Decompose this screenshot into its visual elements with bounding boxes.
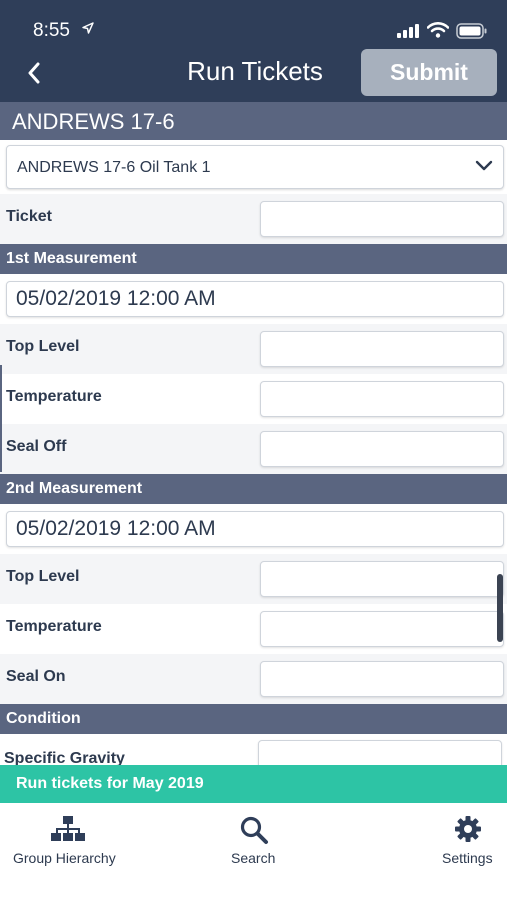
chevron-left-icon: [28, 62, 40, 84]
second-temperature-row: Temperature: [0, 604, 507, 654]
second-measurement-title: 2nd Measurement: [6, 480, 143, 497]
condition-header: Condition: [0, 704, 507, 734]
ticket-row: Ticket: [0, 194, 507, 244]
tab-search[interactable]: Search: [210, 803, 300, 873]
tank-select[interactable]: ANDREWS 17-6 Oil Tank 1: [6, 145, 504, 189]
second-temperature-label: Temperature: [6, 618, 102, 635]
tab-group-hierarchy[interactable]: Group Hierarchy: [0, 803, 135, 873]
search-icon: [240, 816, 268, 844]
second-measurement-header: 2nd Measurement: [0, 474, 507, 504]
first-measurement-datetime-field[interactable]: 05/02/2019 12:00 AM: [6, 281, 504, 317]
well-header: ANDREWS 17-6: [0, 102, 507, 140]
group-hierarchy-icon: [51, 816, 85, 841]
tab-bar: Group Hierarchy Search Settings: [0, 803, 507, 900]
first-top-level-input[interactable]: [260, 331, 504, 367]
first-top-level-row: Top Level: [0, 324, 507, 374]
seal-on-label: Seal On: [6, 668, 66, 685]
tab-search-label: Search: [231, 850, 276, 866]
page-title: Run Tickets: [187, 56, 323, 86]
first-measurement-header: 1st Measurement: [0, 244, 507, 274]
seal-off-label: Seal Off: [6, 438, 67, 455]
gear-icon: [455, 816, 481, 842]
battery-icon: [456, 23, 487, 39]
second-top-level-row: Top Level: [0, 554, 507, 604]
first-measurement-datetime: 05/02/2019 12:00 AM: [16, 287, 216, 310]
status-time: 8:55: [33, 20, 70, 41]
ticket-label: Ticket: [6, 208, 52, 225]
tank-select-value: ANDREWS 17-6 Oil Tank 1: [17, 159, 211, 176]
second-top-level-input[interactable]: [260, 561, 504, 597]
first-temperature-row: Temperature: [0, 374, 507, 424]
submit-button[interactable]: Submit: [361, 49, 497, 96]
first-temperature-label: Temperature: [6, 388, 102, 405]
seal-on-row: Seal On: [0, 654, 507, 704]
second-measurement-datetime: 05/02/2019 12:00 AM: [16, 517, 216, 540]
first-measurement-title: 1st Measurement: [6, 250, 137, 267]
well-name: ANDREWS 17-6: [12, 109, 175, 134]
second-top-level-label: Top Level: [6, 568, 80, 585]
first-top-level-label: Top Level: [6, 338, 80, 355]
specific-gravity-label: Specific Gravity: [4, 750, 125, 765]
cellular-signal-icon: [397, 24, 419, 38]
scrollbar[interactable]: [497, 574, 503, 642]
ticket-input[interactable]: [260, 201, 504, 237]
second-measurement-datetime-field[interactable]: 05/02/2019 12:00 AM: [6, 511, 504, 547]
seal-off-input[interactable]: [260, 431, 504, 467]
left-edge-indicator: [0, 365, 2, 472]
wifi-icon: [427, 22, 449, 38]
seal-on-input[interactable]: [260, 661, 504, 697]
app-header: 8:55 Run Tickets Submit: [0, 0, 507, 102]
tab-settings[interactable]: Settings: [430, 803, 507, 873]
tab-settings-label: Settings: [442, 850, 493, 866]
seal-off-row: Seal Off: [0, 424, 507, 474]
second-temperature-input[interactable]: [260, 611, 504, 647]
period-banner-text: Run tickets for May 2019: [16, 775, 204, 792]
period-banner[interactable]: Run tickets for May 2019: [0, 765, 507, 803]
back-button[interactable]: [18, 56, 50, 90]
location-arrow-icon: [82, 22, 94, 34]
chevron-down-icon: [475, 160, 493, 171]
tab-group-hierarchy-label: Group Hierarchy: [13, 850, 116, 866]
specific-gravity-row: Specific Gravity: [0, 734, 507, 765]
first-temperature-input[interactable]: [260, 381, 504, 417]
condition-title: Condition: [6, 710, 81, 727]
specific-gravity-input[interactable]: [258, 740, 502, 765]
